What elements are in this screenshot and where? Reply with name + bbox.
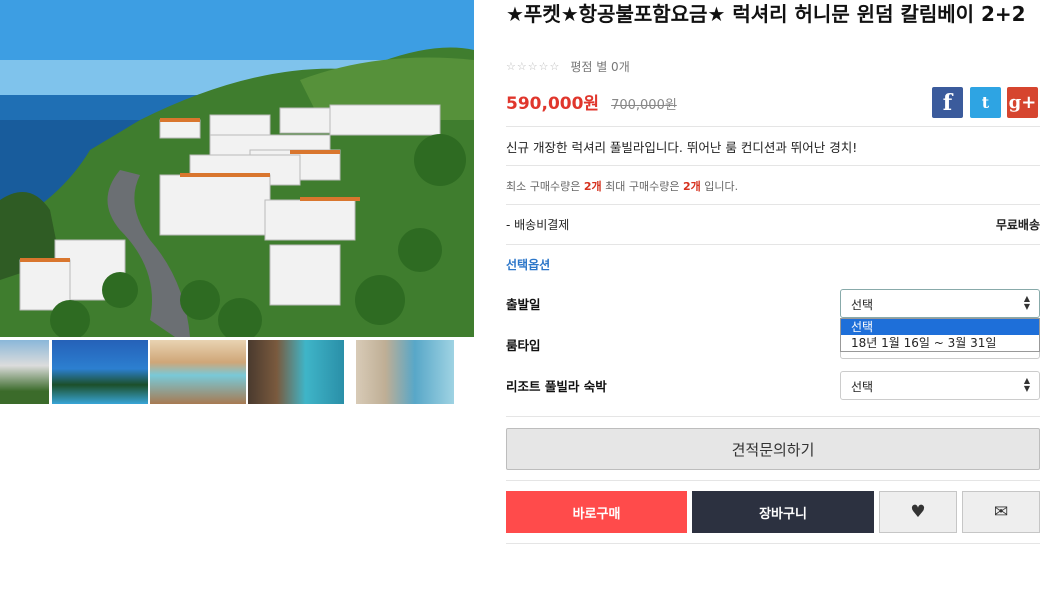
rating-stars-icon: ☆☆☆☆☆ [506,60,561,73]
email-share-button[interactable]: ✉ [962,491,1040,533]
buy-now-button[interactable]: 바로구매 [506,491,687,533]
dropdown-option[interactable]: 18년 1월 16일 ~ 3월 31일 [841,335,1039,351]
divider [506,126,1040,127]
departure-select-value: 선택 [851,298,874,312]
product-title: ★푸켓★항공불포함요금★ 럭셔리 허니문 윈덤 칼림베이 2+2 [506,2,1026,26]
product-description: 신규 개장한 럭셔리 풀빌라입니다. 뛰어난 룸 컨디션과 뛰어난 경치! [506,140,858,155]
options-heading: 선택옵션 [506,258,551,272]
add-to-cart-button[interactable]: 장바구니 [692,491,874,533]
facebook-share-icon[interactable]: f [932,87,963,118]
divider [506,480,1040,481]
limits-mid: 최대 구매수량은 [601,180,683,193]
shipping-value: 무료배송 [995,218,1040,232]
divider [506,416,1040,417]
limits-max: 2개 [682,180,701,193]
select-arrows-icon: ▲▼ [1023,376,1030,393]
main-product-image[interactable] [0,0,474,337]
select-arrows-icon: ▲▼ [1023,294,1030,311]
resort-label: 리조트 풀빌라 숙박 [506,379,607,394]
resort-select[interactable]: 선택 ▲ ▼ [840,371,1040,400]
rating-text: 평점 별 0개 [570,60,630,74]
divider [506,204,1040,205]
dropdown-option[interactable]: 선택 [841,319,1039,335]
googleplus-share-icon[interactable]: g+ [1007,87,1038,118]
divider [506,244,1040,245]
limits-min: 2개 [583,180,602,193]
wishlist-button[interactable]: ♥ [879,491,957,533]
thumbnail-3[interactable] [150,340,246,404]
shipping-label: - 배송비결제 [506,218,570,232]
thumbnail-5[interactable] [356,340,454,404]
thumbnail-4[interactable] [248,340,344,404]
rating: ☆☆☆☆☆ 평점 별 0개 [506,58,630,75]
price-row: 590,000원 700,000원 [506,89,677,114]
departure-dropdown: 선택 18년 1월 16일 ~ 3월 31일 [840,318,1040,352]
thumbnail-1[interactable] [0,340,49,404]
divider [506,165,1040,166]
room-type-label: 룸타입 [506,338,541,353]
mail-icon: ✉ [993,502,1009,522]
original-price: 700,000원 [611,98,677,113]
heart-icon: ♥ [910,502,926,522]
purchase-limits: 최소 구매수량은 2개 최대 구매수량은 2개 입니다. [506,178,738,194]
quote-inquiry-button[interactable]: 견적문의하기 [506,428,1040,470]
thumbnail-strip [0,340,474,404]
sale-price: 590,000원 [506,94,600,114]
divider [506,543,1040,544]
product-gallery [0,0,474,410]
departure-label: 출발일 [506,297,541,312]
thumbnail-2[interactable] [52,340,148,404]
limits-prefix: 최소 구매수량은 [506,180,584,193]
departure-select[interactable]: 선택 ▲ ▼ [840,289,1040,318]
resort-select-value: 선택 [851,380,874,394]
twitter-share-icon[interactable]: t [970,87,1001,118]
limits-suffix: 입니다. [700,180,739,193]
